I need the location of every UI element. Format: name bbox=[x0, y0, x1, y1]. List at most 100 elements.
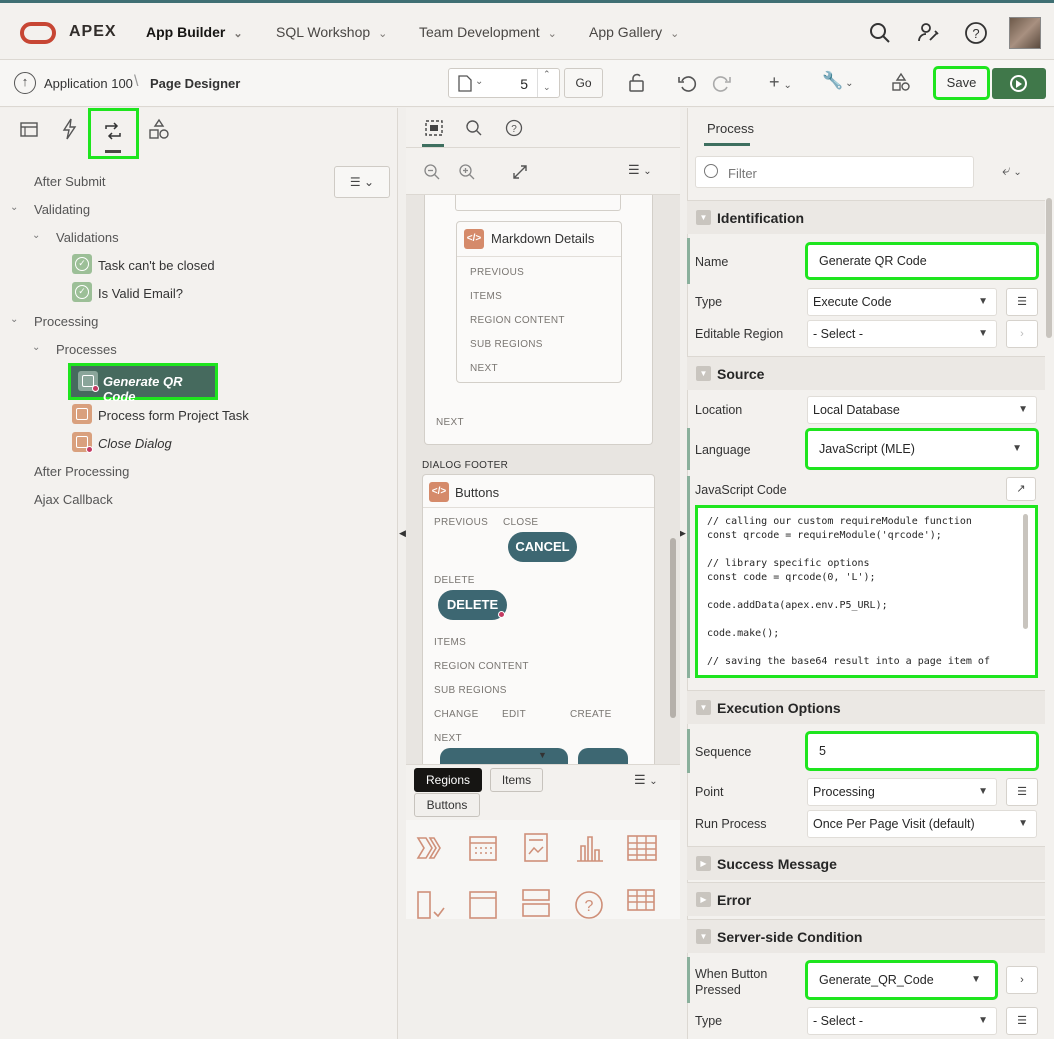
help-icon[interactable]: ? bbox=[505, 119, 523, 137]
chevron-down-icon[interactable]: ⌄ bbox=[32, 230, 40, 241]
tab-items[interactable]: Items bbox=[490, 768, 543, 792]
tab-process[interactable]: Process bbox=[707, 121, 754, 136]
location-select[interactable]: Local Database ▼ bbox=[807, 396, 1037, 424]
undo-icon[interactable] bbox=[677, 73, 697, 93]
go-button[interactable]: Go bbox=[564, 68, 603, 98]
name-input[interactable]: Generate QR Code bbox=[805, 242, 1039, 280]
property-filter-input[interactable]: Filter bbox=[695, 156, 974, 188]
region-icon[interactable] bbox=[416, 890, 446, 919]
oracle-logo-icon[interactable] bbox=[20, 22, 56, 44]
slot-edit[interactable]: EDIT bbox=[502, 709, 526, 720]
region-icon[interactable] bbox=[521, 888, 551, 918]
apex-brand[interactable]: APEX bbox=[69, 23, 117, 41]
list-of-values-button[interactable]: ☰ bbox=[1006, 288, 1038, 316]
admin-wrench-icon[interactable] bbox=[916, 20, 942, 46]
increment-icon[interactable]: ⌃ bbox=[543, 69, 551, 80]
help-icon[interactable]: ? bbox=[963, 20, 989, 46]
tree-validation-item[interactable]: Is Valid Email? bbox=[98, 286, 183, 301]
group-identification[interactable]: ▼ Identification bbox=[687, 200, 1045, 234]
region-card-buttons[interactable]: </> Buttons PREVIOUS CLOSE CANCEL DELETE… bbox=[422, 474, 655, 764]
search-icon[interactable] bbox=[867, 20, 893, 46]
dynamic-actions-tab-icon[interactable] bbox=[58, 117, 82, 141]
up-arrow-icon[interactable]: ↑ bbox=[14, 72, 36, 94]
chevron-down-icon[interactable]: ⌄ bbox=[475, 76, 483, 87]
tree-processes[interactable]: ⌄ Processes bbox=[32, 342, 117, 357]
calendar-region-icon[interactable] bbox=[468, 833, 498, 863]
point-select[interactable]: Processing ▼ bbox=[807, 778, 997, 806]
button-component[interactable] bbox=[578, 748, 628, 764]
chevron-down-icon[interactable]: ⌄ bbox=[10, 314, 18, 325]
slot-items[interactable]: ITEMS bbox=[434, 637, 466, 648]
help-text-region-icon[interactable]: ? bbox=[574, 890, 604, 919]
condition-type-select[interactable]: - Select - ▼ bbox=[807, 1007, 997, 1035]
slot-close[interactable]: CLOSE bbox=[503, 517, 538, 528]
save-button[interactable]: Save bbox=[933, 66, 990, 100]
classic-report-icon[interactable] bbox=[627, 834, 657, 862]
slot-previous[interactable]: PREVIOUS bbox=[470, 267, 524, 278]
rendering-tab-icon[interactable] bbox=[18, 118, 42, 142]
chevron-down-icon[interactable]: ⌄ bbox=[32, 342, 40, 353]
tab-buttons[interactable]: Buttons bbox=[414, 793, 480, 817]
language-select[interactable]: JavaScript (MLE) ▼ bbox=[805, 428, 1039, 470]
canvas-menu-button[interactable]: ☰ ⌄ bbox=[628, 162, 652, 178]
collapse-right-icon[interactable]: ▶ bbox=[679, 528, 686, 539]
slot-next[interactable]: NEXT bbox=[436, 417, 464, 428]
tree-process-item[interactable]: Close Dialog bbox=[98, 436, 172, 451]
tree-processing[interactable]: ⌄ Processing bbox=[10, 314, 98, 329]
gallery-menu-button[interactable]: ☰ ⌄ bbox=[634, 772, 658, 788]
slot-sub-regions[interactable]: SUB REGIONS bbox=[470, 339, 543, 350]
code-editor-expand-icon[interactable]: ↗ bbox=[1006, 477, 1036, 501]
sequence-input[interactable]: 5 bbox=[805, 731, 1039, 771]
expand-icon[interactable] bbox=[511, 163, 529, 181]
zoom-in-icon[interactable] bbox=[458, 163, 476, 181]
collapse-left-icon[interactable]: ◀ bbox=[399, 528, 406, 539]
chart-region-icon[interactable] bbox=[574, 832, 604, 864]
canvas-scrollbar[interactable] bbox=[670, 538, 676, 718]
list-of-values-button[interactable]: ☰ bbox=[1006, 1007, 1038, 1035]
tree-validating[interactable]: ⌄ Validating bbox=[10, 202, 90, 217]
slot-next[interactable]: NEXT bbox=[470, 363, 498, 374]
nav-team-development[interactable]: Team Development ⌄ bbox=[419, 24, 557, 40]
go-to-button-button[interactable]: › bbox=[1006, 966, 1038, 994]
tab-regions[interactable]: Regions bbox=[414, 768, 482, 792]
button-component[interactable] bbox=[440, 748, 568, 764]
slot-next[interactable]: NEXT bbox=[434, 733, 462, 744]
group-source[interactable]: ▼ Source bbox=[687, 356, 1045, 390]
card-region-icon[interactable] bbox=[521, 832, 551, 864]
javascript-code-editor[interactable]: // calling our custom requireModule func… bbox=[695, 505, 1038, 678]
nav-sql-workshop[interactable]: SQL Workshop ⌄ bbox=[276, 24, 387, 40]
tree-after-submit[interactable]: After Submit bbox=[34, 174, 106, 189]
delete-button-component[interactable]: DELETE bbox=[438, 590, 507, 620]
group-server-side-condition[interactable]: ▼ Server-side Condition bbox=[687, 919, 1045, 953]
run-process-select[interactable]: Once Per Page Visit (default) ▼ bbox=[807, 810, 1037, 838]
drag-handle-icon[interactable]: ▼ bbox=[538, 750, 547, 760]
slot-create[interactable]: CREATE bbox=[570, 709, 612, 720]
tree-process-item[interactable]: Process form Project Task bbox=[98, 408, 249, 423]
type-select[interactable]: Execute Code ▼ bbox=[807, 288, 997, 316]
tree-after-processing[interactable]: After Processing bbox=[34, 464, 129, 479]
breadcrumb-region-icon[interactable] bbox=[416, 834, 446, 862]
group-success-message[interactable]: ▶ Success Message bbox=[687, 846, 1045, 880]
go-to-group-icon[interactable]: ⤶ ⌄ bbox=[1002, 162, 1022, 179]
breadcrumb-application[interactable]: Application 100 bbox=[44, 76, 133, 91]
tree-ajax-callback[interactable]: Ajax Callback bbox=[34, 492, 113, 507]
user-avatar[interactable] bbox=[1009, 17, 1041, 49]
nav-app-builder[interactable]: App Builder ⌄ bbox=[146, 24, 243, 40]
slot-items[interactable]: ITEMS bbox=[470, 291, 502, 302]
group-error[interactable]: ▶ Error bbox=[687, 882, 1045, 916]
utilities-wrench-icon[interactable]: 🔧 ⌄ bbox=[822, 71, 854, 91]
redo-icon[interactable] bbox=[712, 73, 732, 93]
editable-region-select[interactable]: - Select - ▼ bbox=[807, 320, 997, 348]
cancel-button-component[interactable]: CANCEL bbox=[508, 532, 577, 562]
chevron-down-icon[interactable]: ⌄ bbox=[10, 202, 18, 213]
shared-components-icon[interactable] bbox=[891, 72, 911, 92]
tree-validations[interactable]: ⌄ Validations bbox=[32, 230, 119, 245]
search-icon[interactable] bbox=[465, 119, 483, 137]
nav-app-gallery[interactable]: App Gallery ⌄ bbox=[589, 24, 679, 40]
region-icon[interactable] bbox=[468, 890, 498, 919]
when-button-pressed-select[interactable]: Generate_QR_Code ▼ bbox=[805, 960, 998, 1000]
tree-process-selected[interactable]: Generate QR Code bbox=[68, 363, 218, 404]
property-scrollbar[interactable] bbox=[1046, 198, 1052, 338]
slot-previous[interactable]: PREVIOUS bbox=[434, 517, 488, 528]
tree-validation-item[interactable]: Task can't be closed bbox=[98, 258, 215, 273]
